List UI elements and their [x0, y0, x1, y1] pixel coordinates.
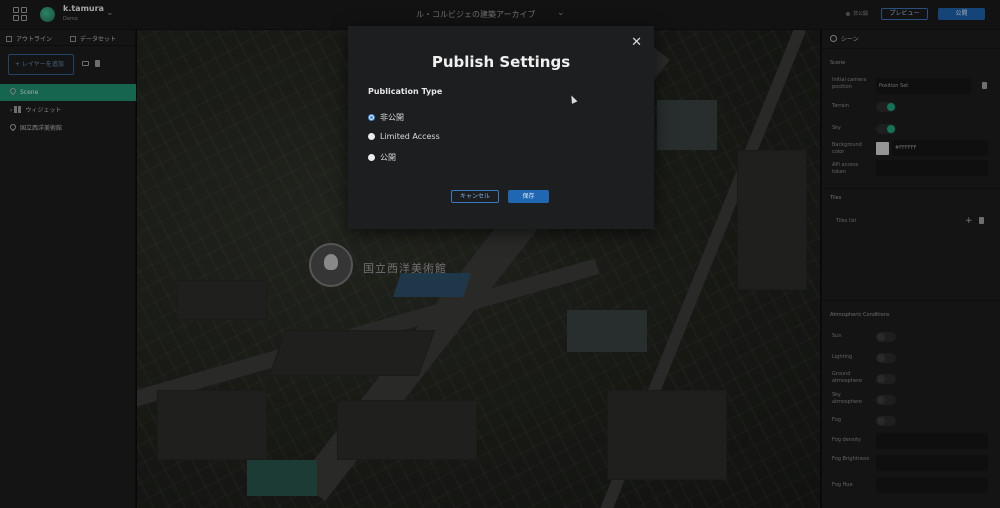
cancel-button[interactable]: キャンセル: [451, 190, 499, 203]
radio-icon[interactable]: [368, 133, 375, 140]
save-button[interactable]: 保存: [508, 190, 549, 203]
publication-type-label: Publication Type: [368, 87, 443, 96]
radio-private[interactable]: 非公開: [368, 112, 404, 123]
radio-public[interactable]: 公開: [368, 152, 396, 163]
radio-icon[interactable]: [368, 154, 375, 161]
radio-label: Limited Access: [380, 132, 440, 141]
modal-title: Publish Settings: [431, 53, 571, 71]
publish-settings-modal: ✕ Publish Settings Publication Type 非公開 …: [348, 26, 654, 229]
radio-limited[interactable]: Limited Access: [368, 132, 440, 141]
radio-checked-icon[interactable]: [368, 114, 375, 121]
radio-label: 非公開: [380, 113, 404, 122]
close-icon[interactable]: ✕: [631, 35, 642, 50]
radio-label: 公開: [380, 153, 396, 162]
